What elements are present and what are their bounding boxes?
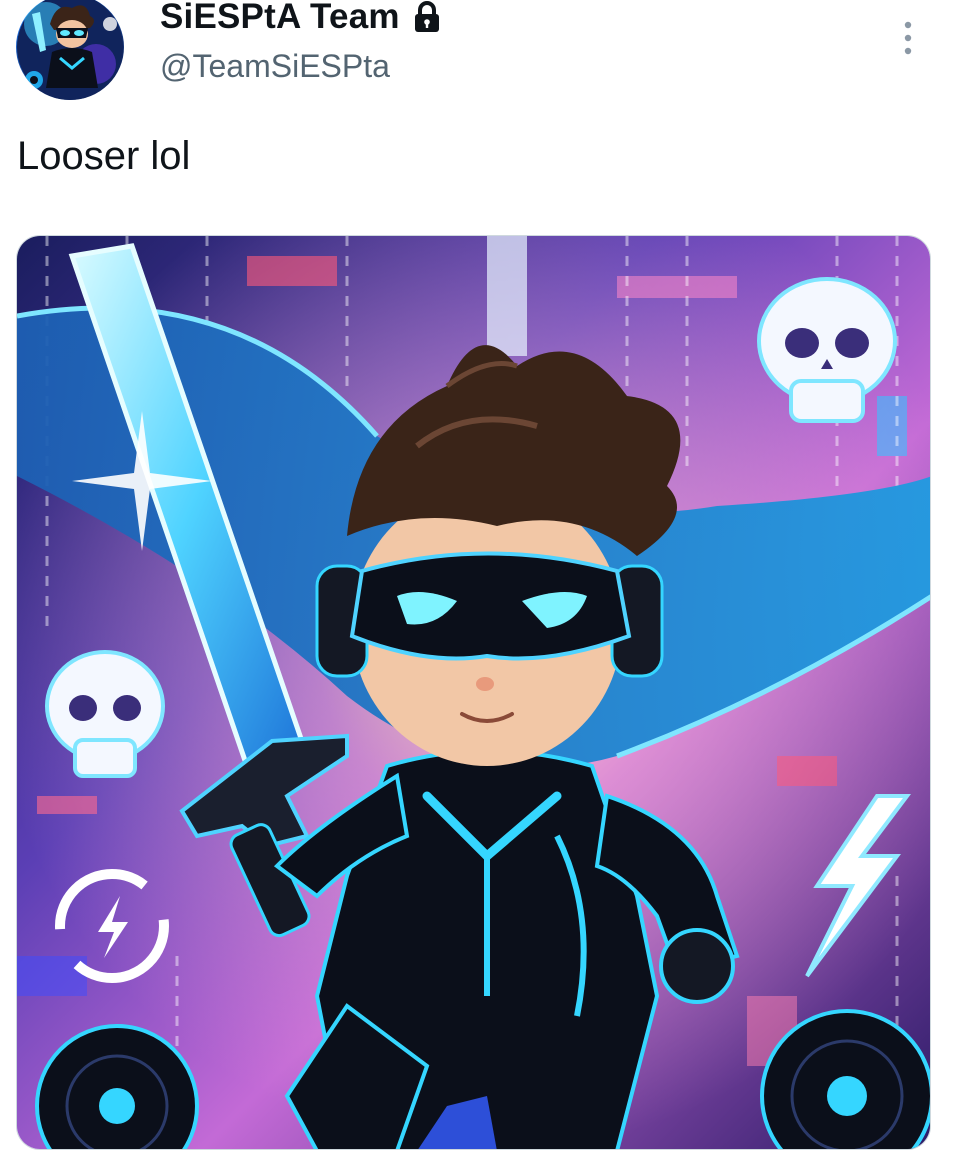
author-display-name[interactable]: SiESPtA Team: [160, 0, 400, 37]
author-name-row: SiESPtA Team: [160, 0, 440, 40]
tweet-media-image[interactable]: [16, 235, 931, 1150]
avatar-hero: [17, 0, 123, 100]
tweet-text: Looser lol: [17, 134, 191, 178]
avatar[interactable]: [16, 0, 124, 100]
author-handle[interactable]: @TeamSiESPta: [160, 48, 390, 85]
more-vertical-icon: [904, 21, 912, 55]
more-options-button[interactable]: [890, 16, 926, 60]
lock-icon: [414, 1, 440, 33]
cyber-hero-illustration: [17, 236, 930, 1149]
